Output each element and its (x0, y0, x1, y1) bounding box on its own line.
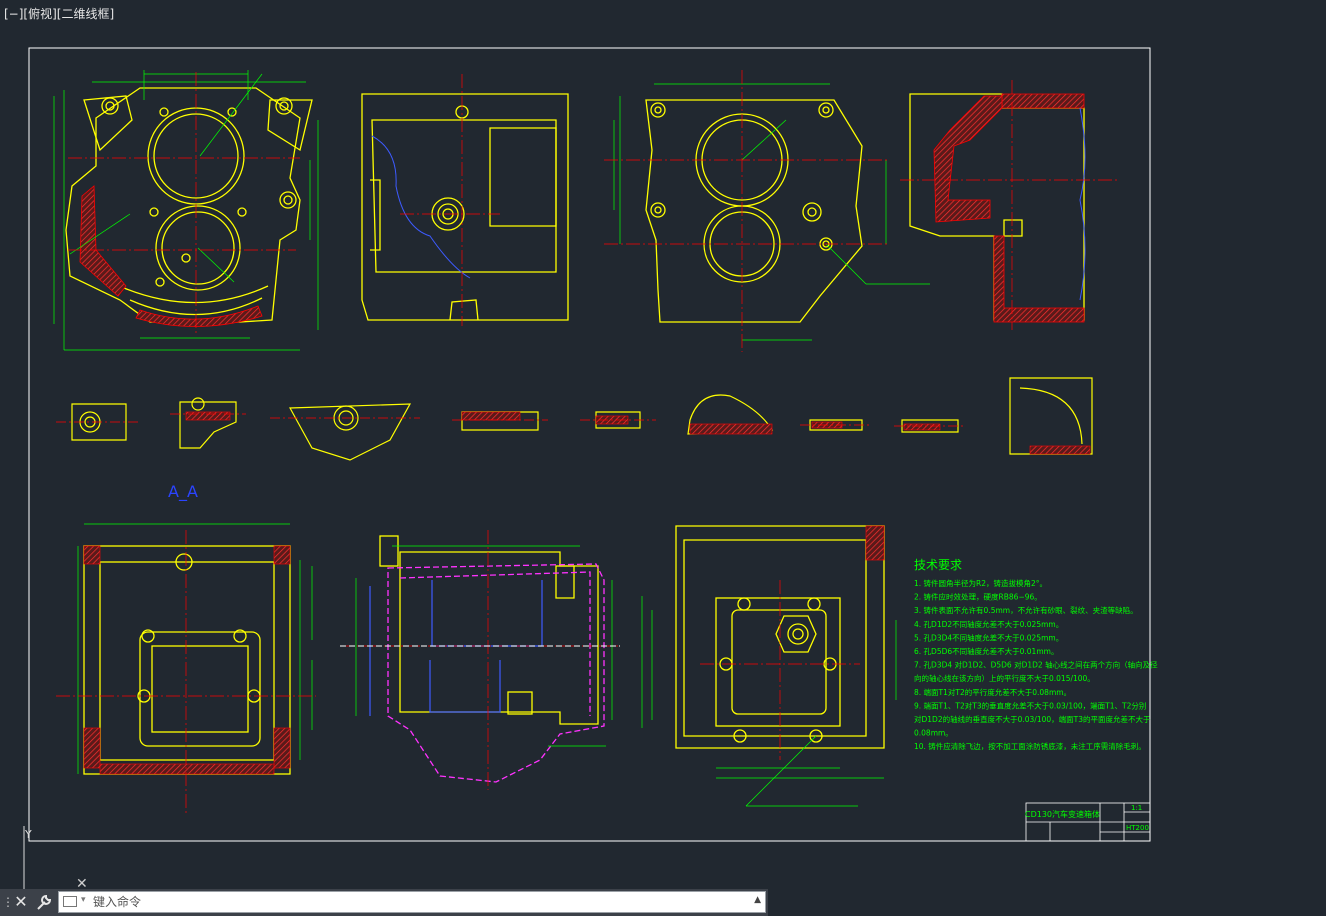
rear-view-dims (613, 83, 930, 341)
command-close-button[interactable]: ✕ (12, 892, 30, 912)
section-a-a-centerlines (56, 530, 316, 816)
section-a-a-view (83, 545, 291, 775)
tech-requirement-line: 8. 端面T1对T2的平行度允差不大于0.08mm。 (914, 687, 1071, 697)
command-input[interactable] (93, 892, 733, 912)
front-view (65, 87, 313, 323)
command-line-bar: ⋮ ✕ ▾ ▲ (0, 889, 768, 916)
grip-handle-icon[interactable]: ⋮ (2, 893, 14, 911)
tech-requirement-line: 9. 端面T1、T2对T3的垂直度允差不大于0.03/100，端面T1、T2分别 (914, 700, 1146, 710)
title-block-name: CD130汽车变速箱体 (1025, 809, 1100, 819)
section-a-a-hatch (83, 545, 291, 775)
command-history-button[interactable]: ▲ (754, 895, 761, 905)
section-view-right-centerlines (900, 80, 1118, 330)
top-view-hidden-blue (369, 580, 543, 716)
top-view (379, 535, 599, 725)
rear-view (645, 99, 863, 323)
side-view-centerlines (400, 74, 500, 326)
top-view-hidden-magenta (387, 563, 605, 783)
section-view-right-hatch (933, 93, 1085, 323)
tech-requirement-line: 6. 孔D5D6不同轴度允差不大于0.01mm。 (914, 646, 1058, 656)
tech-requirements: 技术要求 1. 铸件圆角半径为R2，铸造拔模角2°。 2. 铸件应时效处理，硬度R… (914, 558, 1158, 751)
drawing-canvas[interactable]: A_A 技术要求 1. 铸件圆角半径为R2，铸造拔模角2°。2. 铸件应时效处理… (0, 0, 1326, 916)
title-block-material: HT200 (1126, 824, 1149, 832)
tech-requirements-title: 技术要求 (914, 558, 962, 572)
tech-requirement-line: 1. 铸件圆角半径为R2，铸造拔模角2°。 (914, 578, 1047, 588)
tech-requirement-line: 0.08mm。 (914, 729, 953, 738)
ucs-icon: Y (23, 826, 32, 890)
command-prompt-icon[interactable] (63, 896, 77, 907)
tech-requirement-line: 5. 孔D3D4不同轴度允差不大于0.025mm。 (914, 632, 1063, 642)
tech-requirement-line: 向的轴心线在该方向）上的平行度不大于0.015/100。 (914, 673, 1095, 683)
top-view-centerlines (340, 530, 620, 790)
chevron-down-icon[interactable]: ▾ (81, 895, 86, 905)
title-block-scale: 1:1 (1131, 804, 1142, 812)
tech-requirement-line: 对D1D2的轴线的垂直度不大于0.03/100，端面T3的平面度允差不大于 (914, 714, 1151, 724)
detail-views-hatch (185, 411, 1091, 455)
tech-requirement-line: 3. 铸件表面不允许有0.5mm，不允许有砂眼、裂纹、夹渣等缺陷。 (914, 605, 1138, 615)
tech-requirement-line: 2. 铸件应时效处理，硬度RB86−96。 (914, 592, 1042, 602)
front-view-hatch (79, 185, 263, 327)
svg-text:Y: Y (24, 828, 32, 841)
tech-requirement-line: 4. 孔D1D2不同轴度允差不大于0.025mm。 (914, 619, 1063, 629)
side-view (361, 93, 569, 321)
end-view-hatch (865, 525, 885, 561)
tech-requirement-line: 7. 孔D3D4 对D1D2、D5D6 对D1D2 轴心线之间在两个方向（轴向及… (914, 660, 1158, 670)
wrench-icon[interactable] (34, 892, 54, 912)
section-label-a-a: A_A (168, 482, 198, 502)
command-input-container: ▾ ▲ (58, 891, 766, 913)
end-view-dims (641, 596, 897, 807)
tech-requirement-line: 10. 铸件应清除飞边，按不加工面涂防锈底漆，未注工序需清除毛刺。 (914, 741, 1146, 751)
